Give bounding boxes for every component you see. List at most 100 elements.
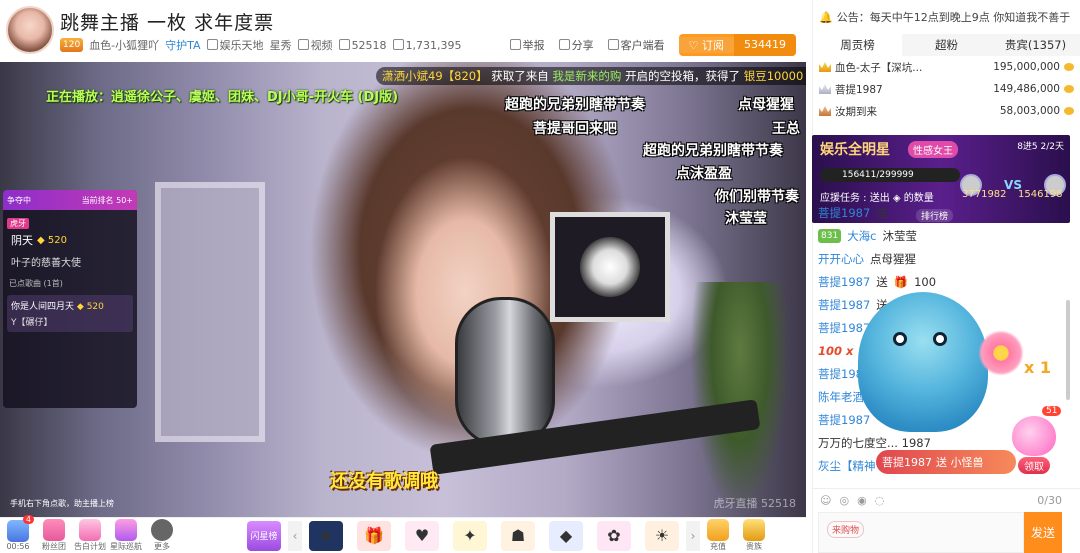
danmu: 超跑的兄弟别瞎带节奏	[643, 143, 783, 159]
gift-item-5[interactable]: ☗	[501, 520, 535, 551]
share-button[interactable]: 分享	[558, 37, 594, 53]
window-bg	[155, 182, 265, 442]
fan-group-button[interactable]: 粉丝团	[36, 519, 72, 552]
gift-item-6[interactable]: ◆	[549, 520, 583, 551]
rank-row[interactable]: 菩提1987 149,486,000	[813, 78, 1080, 100]
room-icon	[338, 38, 350, 50]
fan-badge: 120	[60, 38, 84, 52]
cruise-button[interactable]: 星际巡航	[108, 519, 144, 552]
gift-toast: 菩提1987 送 小怪兽	[876, 450, 1016, 474]
monster-gift-animation	[858, 292, 988, 432]
category-1[interactable]: 娱乐天地	[206, 37, 264, 53]
more-button[interactable]: 更多	[144, 519, 180, 552]
panel-sub: 叶子的慈善大使	[11, 258, 81, 269]
crown-silver-icon	[819, 84, 831, 94]
tab-week[interactable]: 周贡榜	[813, 34, 902, 56]
noble-button[interactable]: 贵族	[736, 519, 772, 552]
pk-left-score: 3771982	[962, 189, 1007, 200]
emoji-icon[interactable]: ☺	[820, 494, 831, 507]
crown-gold-icon	[819, 62, 831, 72]
chat-line: 菩提1987 送 🎁 100	[818, 274, 937, 289]
room-subinfo: 120 血色-小狐狸吖 守护TA 娱乐天地 星秀 视频 52518 1,731,…	[60, 37, 462, 53]
watermark: 虎牙直播 52518	[713, 497, 797, 510]
video-icon	[297, 39, 309, 50]
chat-input[interactable]: 来购物	[818, 512, 1024, 553]
fan-icon[interactable]: ◎	[839, 494, 849, 507]
gift-item-4[interactable]: ✦	[453, 520, 487, 551]
chat-line: 831 大海c 沐莹莹	[812, 224, 1080, 247]
subtitle: 还没有歌调哦	[330, 471, 438, 492]
chat-scrollbar[interactable]	[1066, 300, 1070, 400]
heart-count-badge: 51	[1042, 406, 1062, 416]
chat-line: 菩提1987送	[818, 206, 888, 220]
danmu: 超跑的兄弟别瞎带节奏	[505, 97, 645, 113]
guard-link[interactable]: 守护TA	[165, 37, 200, 53]
gift-item-1[interactable]: ★	[309, 520, 343, 551]
danmu: 你们别带节奏	[715, 189, 799, 205]
danmu: 菩提哥回来吧	[533, 121, 617, 137]
pk-round: 8进5 2/2天	[1017, 142, 1064, 152]
pk-progress: 156411/299999	[820, 168, 960, 182]
person-icon	[392, 38, 404, 50]
room-id: 52518	[338, 38, 387, 52]
collect-button[interactable]: 领取	[1018, 457, 1050, 474]
chat-line: 开开心心 点母猩猩	[818, 251, 916, 266]
rank-row[interactable]: 血色-太子【深坑... 195,000,000	[813, 56, 1080, 78]
rank-tabs: 周贡榜 超粉 贵宾(1357)	[813, 34, 1080, 56]
coin-icon	[1064, 107, 1074, 115]
box-button[interactable]: 4 00:56	[0, 515, 36, 551]
gift-prev-arrow[interactable]: ‹	[288, 520, 302, 551]
danmu: 点母猩猩	[738, 97, 794, 113]
recharge-button[interactable]: 充值	[700, 519, 736, 552]
subscribe-label: ♡ 订阅	[678, 37, 734, 53]
song-rank-panel[interactable]: 争夺中 当前排名 50+ 虎牙 阴天 ◆ 520 叶子的慈善大使 已点歌曲 (1首)…	[3, 190, 137, 408]
gift-next-arrow[interactable]: ›	[686, 520, 700, 551]
report-button[interactable]: 举报	[509, 37, 545, 53]
panel-chip: 虎牙	[7, 218, 29, 229]
system-marquee: 潇洒小斌49【820】 获取了来自 我是新来的购 开启的空投箱，获得了 银豆10…	[376, 67, 806, 85]
video-player[interactable]: 潇洒小斌49【820】 获取了来自 我是新来的购 开启的空投箱，获得了 银豆10…	[0, 62, 806, 517]
now-playing: 正在播放：逍遥徐公子、虞姬、团妹、DJ小哥-开火车 (DJ版)	[46, 90, 399, 105]
video-link[interactable]: 视频	[297, 37, 333, 53]
heart-gift-icon[interactable]	[1012, 416, 1056, 456]
plant-decor	[690, 282, 790, 512]
rank-row[interactable]: 汝期到来 58,003,000	[813, 100, 1080, 122]
gift-icon: 🎁	[893, 274, 909, 289]
song-tip: 手机右下角点歌，助主播上榜	[10, 499, 114, 508]
microphone	[455, 297, 555, 447]
shop-tag[interactable]: 来购物	[827, 521, 865, 538]
bottom-toolbar: 4 00:56 粉丝团 告白计划 星际巡航 更多 闪星榜 ‹ ★ 🎁 ♥ ✦ ☗ …	[0, 515, 806, 553]
panel-head: 争夺中 当前排名 50+	[3, 190, 137, 210]
confess-button[interactable]: 告白计划	[72, 519, 108, 552]
category-2[interactable]: 星秀	[270, 37, 292, 53]
subscribe-count: 534419	[734, 34, 796, 56]
subscribe-button[interactable]: ♡ 订阅 534419	[678, 34, 796, 56]
flower-icon	[978, 330, 1024, 376]
gift-item-7[interactable]: ✿	[597, 520, 631, 551]
danmu: 王总	[772, 121, 800, 137]
share-icon	[558, 39, 570, 50]
star-rank-button[interactable]: 闪星榜	[247, 520, 281, 551]
monitor-icon	[607, 39, 619, 50]
club-name[interactable]: 血色-小狐狸吖	[89, 37, 159, 53]
gift-item-8[interactable]: ☀	[645, 520, 679, 551]
danmu: 点沫盈盈	[676, 166, 732, 182]
tab-superfan[interactable]: 超粉	[902, 34, 991, 56]
tab-vip[interactable]: 贵宾(1357)	[991, 34, 1080, 56]
color-icon[interactable]: ◉	[857, 494, 867, 507]
crown-bronze-icon	[819, 106, 831, 116]
song-card[interactable]: 你是人间四月天 ◆ 520 Y【碾仔】	[7, 295, 133, 332]
send-button[interactable]: 发送	[1024, 512, 1062, 553]
bubble-icon[interactable]: ◌	[875, 494, 885, 507]
header-actions: 举报 分享 客户端看 ♡ 订阅 534419	[509, 34, 796, 56]
gift-item-2[interactable]: 🎁	[357, 520, 391, 551]
heat-count: 1,731,395	[392, 38, 462, 52]
gift-item-3[interactable]: ♥	[405, 520, 439, 551]
notice-bar: 🔔 公告：每天中午12点到晚上9点 你知道我不善于	[819, 10, 1071, 25]
streamer-avatar[interactable]	[6, 6, 54, 54]
client-button[interactable]: 客户端看	[607, 37, 665, 53]
char-count: 0/30	[1037, 494, 1062, 507]
coin-icon	[1064, 63, 1074, 71]
lamp-decor	[550, 212, 670, 322]
gift-multiplier: x 1	[1024, 358, 1052, 377]
